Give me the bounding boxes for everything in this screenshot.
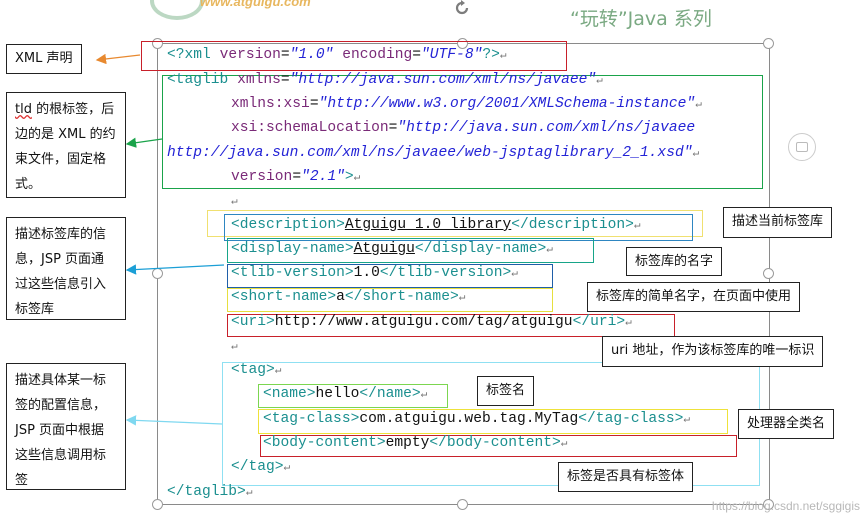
note-describe-current: 描述当前标签库 xyxy=(723,207,833,238)
note-lib-name: 标签库的名字 xyxy=(626,247,723,276)
tld-term: tld xyxy=(15,102,32,117)
annotation-arrows xyxy=(95,53,225,426)
note-tag-name: 标签名 xyxy=(477,376,535,406)
arrow-taglib-info xyxy=(125,264,225,275)
note-tld-root: tld 的根标签，后边的是 XML 的约束文件，固定格式。 xyxy=(6,92,126,198)
note-short-name: 标签库的简单名字，在页面中使用 xyxy=(587,282,801,312)
arrow-tag-info xyxy=(125,415,223,426)
arrow-xml-decl xyxy=(95,53,141,65)
note-tag-info: 描述具体某一标签的配置信息，JSP 页面中根据这些信息调用标签 xyxy=(6,363,126,490)
note-uri: uri 地址，作为该标签库的唯一标识 xyxy=(602,336,824,367)
note-taglib-info: 描述标签库的信息，JSP 页面通过这些信息引入标签库 xyxy=(6,217,126,320)
arrow-tld-root xyxy=(125,137,163,148)
note-xml-declaration: XML 声明 xyxy=(6,44,82,74)
note-handler-class: 处理器全类名 xyxy=(738,409,835,439)
note-has-body: 标签是否具有标签体 xyxy=(558,462,694,492)
watermark: https://blog.csdn.net/sggigis xyxy=(711,499,860,513)
